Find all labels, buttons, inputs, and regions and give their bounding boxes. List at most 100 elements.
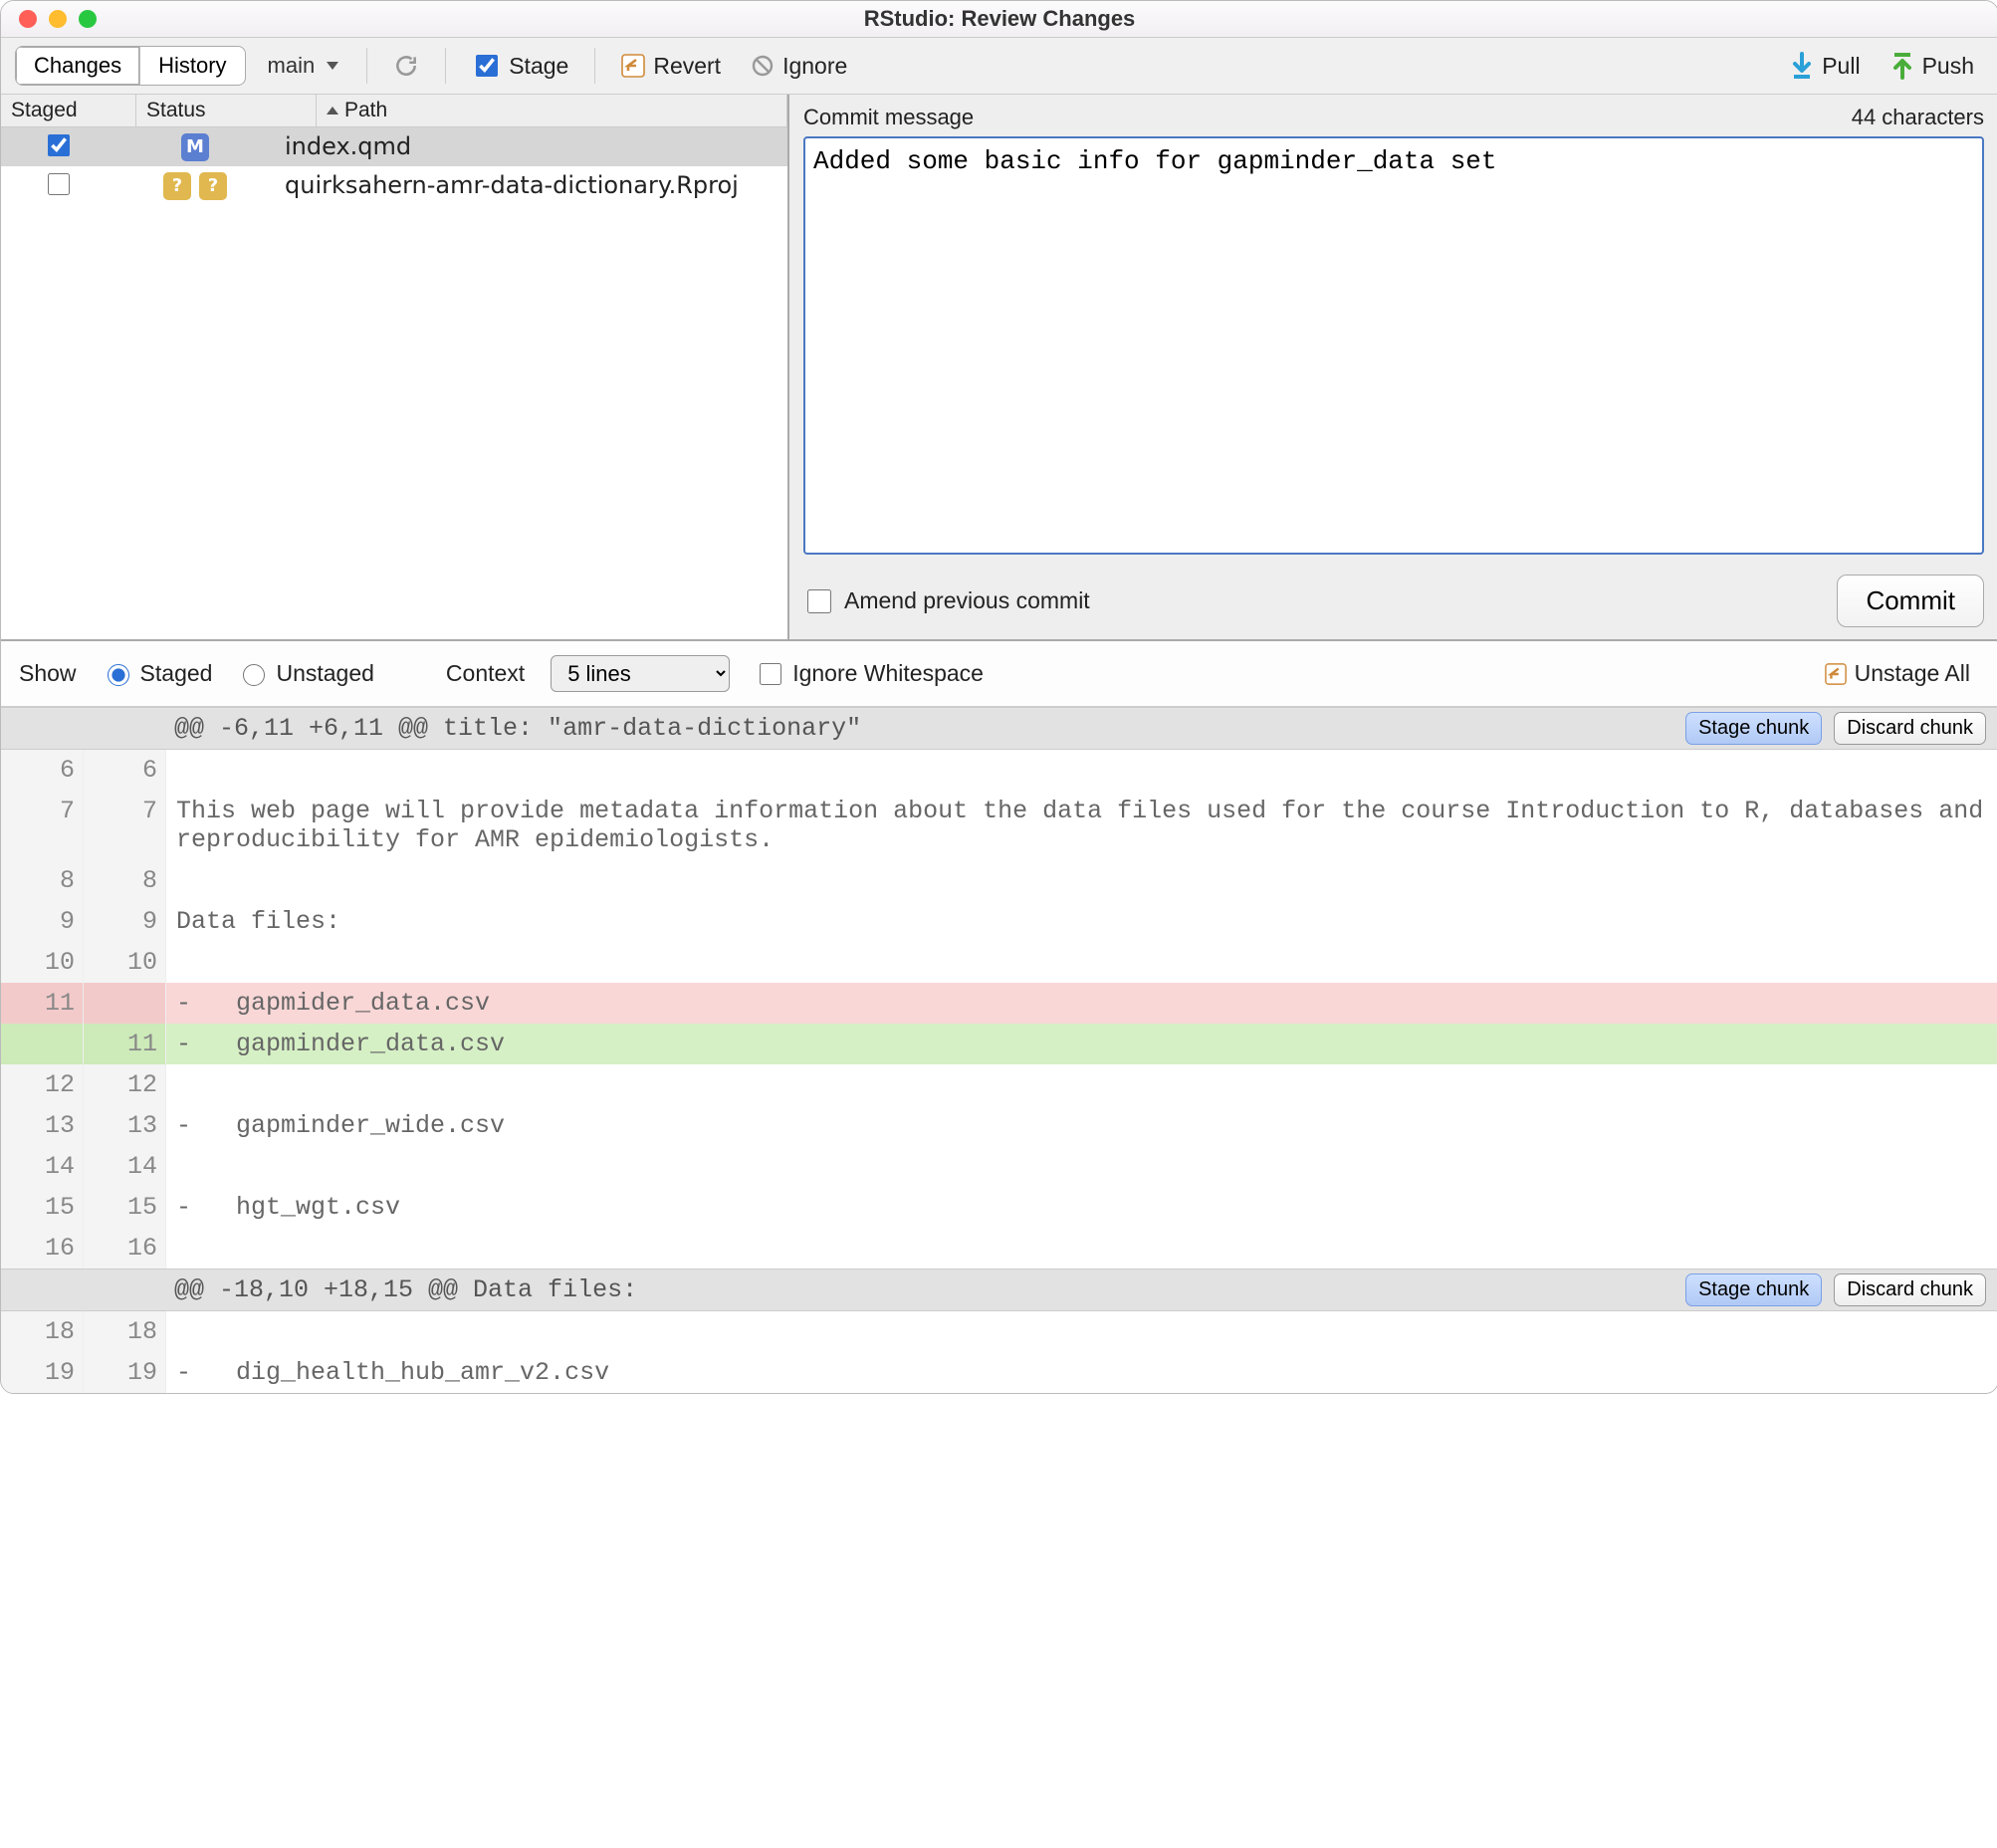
diff-line[interactable]: 1515- hgt_wgt.csv bbox=[1, 1187, 1997, 1228]
revert-icon bbox=[621, 54, 645, 78]
diff-text bbox=[166, 1146, 1997, 1187]
diff-text: - gapminder_data.csv bbox=[166, 1024, 1997, 1064]
old-lineno bbox=[1, 1024, 84, 1064]
char-count: 44 characters bbox=[1852, 105, 1984, 130]
ignore-whitespace-checkbox[interactable]: Ignore Whitespace bbox=[756, 660, 984, 688]
diff-line[interactable]: 1818 bbox=[1, 1311, 1997, 1352]
unstage-all-button[interactable]: Unstage All bbox=[1815, 656, 1980, 691]
new-lineno: 6 bbox=[84, 750, 166, 791]
new-lineno: 13 bbox=[84, 1105, 166, 1146]
new-lineno: 7 bbox=[84, 791, 166, 860]
sort-asc-icon bbox=[327, 107, 338, 115]
chevron-down-icon bbox=[327, 62, 338, 70]
ignore-label: Ignore bbox=[782, 53, 847, 80]
tab-history[interactable]: History bbox=[139, 47, 244, 85]
status-untracked-icon: ? bbox=[163, 172, 191, 200]
file-list: Staged Status Path Mindex.qmd?? quirksahe… bbox=[1, 95, 789, 639]
old-lineno: 10 bbox=[1, 942, 84, 983]
diff-line[interactable]: 77This web page will provide metadata in… bbox=[1, 791, 1997, 860]
pull-label: Pull bbox=[1822, 53, 1860, 80]
push-button[interactable]: Push bbox=[1881, 48, 1984, 84]
diff-line[interactable]: 11- gapminder_data.csv bbox=[1, 1024, 1997, 1064]
stage-chunk-button[interactable]: Stage chunk bbox=[1685, 712, 1822, 745]
amend-label: Amend previous commit bbox=[844, 587, 1090, 614]
stage-button[interactable]: Stage bbox=[462, 48, 578, 84]
new-lineno: 19 bbox=[84, 1352, 166, 1393]
diff-text bbox=[166, 1064, 1997, 1105]
commit-panel: Commit message 44 characters Added some … bbox=[789, 95, 1997, 639]
pull-button[interactable]: Pull bbox=[1780, 48, 1870, 84]
context-select[interactable]: 5 lines bbox=[551, 655, 730, 692]
stage-checkbox[interactable] bbox=[48, 173, 70, 195]
old-lineno: 12 bbox=[1, 1064, 84, 1105]
commit-message-label: Commit message bbox=[803, 105, 974, 130]
diff-text bbox=[166, 1228, 1997, 1269]
amend-checkbox[interactable]: Amend previous commit bbox=[803, 586, 1090, 616]
diff-line[interactable]: 1414 bbox=[1, 1146, 1997, 1187]
new-lineno: 11 bbox=[84, 1024, 166, 1064]
diff-line[interactable]: 1212 bbox=[1, 1064, 1997, 1105]
hunk-header: @@ -18,10 +18,15 @@ Data files: Stage ch… bbox=[1, 1269, 1997, 1311]
file-list-header: Staged Status Path bbox=[1, 95, 787, 127]
diff-view: @@ -6,11 +6,11 @@ title: "amr-data-dicti… bbox=[1, 707, 1997, 1393]
diff-options: Show Staged Unstaged Context 5 lines Ign… bbox=[1, 641, 1997, 707]
radio-unstaged[interactable]: Unstaged bbox=[238, 660, 373, 687]
commit-button[interactable]: Commit bbox=[1837, 575, 1984, 627]
stage-checkbox[interactable] bbox=[48, 134, 70, 156]
radio-staged[interactable]: Staged bbox=[103, 660, 213, 687]
stage-check-icon bbox=[476, 55, 498, 77]
diff-line[interactable]: 1616 bbox=[1, 1228, 1997, 1269]
col-status[interactable]: Status bbox=[136, 95, 317, 126]
commit-message-input[interactable]: Added some basic info for gapminder_data… bbox=[803, 136, 1984, 555]
old-lineno: 18 bbox=[1, 1311, 84, 1352]
diff-line[interactable]: 1919- dig_health_hub_amr_v2.csv bbox=[1, 1352, 1997, 1393]
diff-line[interactable]: 1313- gapminder_wide.csv bbox=[1, 1105, 1997, 1146]
diff-text: - dig_health_hub_amr_v2.csv bbox=[166, 1352, 1997, 1393]
show-label: Show bbox=[19, 660, 77, 687]
revert-button[interactable]: Revert bbox=[611, 49, 731, 84]
refresh-button[interactable] bbox=[383, 49, 429, 83]
new-lineno bbox=[84, 983, 166, 1024]
col-path[interactable]: Path bbox=[317, 95, 787, 126]
hunk-text: @@ -6,11 +6,11 @@ title: "amr-data-dicti… bbox=[164, 708, 1685, 749]
push-label: Push bbox=[1922, 53, 1974, 80]
diff-line[interactable]: 66 bbox=[1, 750, 1997, 791]
discard-chunk-button[interactable]: Discard chunk bbox=[1834, 712, 1986, 745]
view-toggle: Changes History bbox=[15, 46, 246, 86]
diff-text bbox=[166, 1311, 1997, 1352]
old-lineno: 14 bbox=[1, 1146, 84, 1187]
diff-line[interactable]: 11- gapmider_data.csv bbox=[1, 983, 1997, 1024]
review-changes-window: RStudio: Review Changes Changes History … bbox=[0, 0, 1997, 1394]
diff-line[interactable]: 99Data files: bbox=[1, 901, 1997, 942]
old-lineno: 16 bbox=[1, 1228, 84, 1269]
diff-text bbox=[166, 750, 1997, 791]
status-untracked-icon: ? bbox=[199, 172, 227, 200]
discard-chunk-button[interactable]: Discard chunk bbox=[1834, 1273, 1986, 1306]
tab-changes[interactable]: Changes bbox=[16, 47, 139, 85]
refresh-icon bbox=[393, 53, 419, 79]
old-lineno: 13 bbox=[1, 1105, 84, 1146]
ignore-button[interactable]: Ignore bbox=[741, 49, 857, 84]
old-lineno: 15 bbox=[1, 1187, 84, 1228]
branch-selector[interactable]: main bbox=[256, 49, 351, 83]
old-lineno: 6 bbox=[1, 750, 84, 791]
old-lineno: 7 bbox=[1, 791, 84, 860]
old-lineno: 9 bbox=[1, 901, 84, 942]
revert-icon bbox=[1825, 663, 1847, 685]
diff-line[interactable]: 88 bbox=[1, 860, 1997, 901]
stage-chunk-button[interactable]: Stage chunk bbox=[1685, 1273, 1822, 1306]
diff-line[interactable]: 1010 bbox=[1, 942, 1997, 983]
old-lineno: 8 bbox=[1, 860, 84, 901]
context-label: Context bbox=[446, 660, 525, 687]
ignore-icon bbox=[751, 54, 775, 78]
push-icon bbox=[1890, 52, 1914, 80]
diff-text: - gapminder_wide.csv bbox=[166, 1105, 1997, 1146]
file-row[interactable]: Mindex.qmd bbox=[1, 127, 787, 166]
file-row[interactable]: ?? quirksahern-amr-data-dictionary.Rproj bbox=[1, 166, 787, 205]
col-staged[interactable]: Staged bbox=[1, 95, 136, 126]
pull-icon bbox=[1790, 52, 1814, 80]
file-path: quirksahern-amr-data-dictionary.Rproj bbox=[275, 171, 787, 200]
new-lineno: 8 bbox=[84, 860, 166, 901]
old-lineno: 19 bbox=[1, 1352, 84, 1393]
diff-text bbox=[166, 942, 1997, 983]
